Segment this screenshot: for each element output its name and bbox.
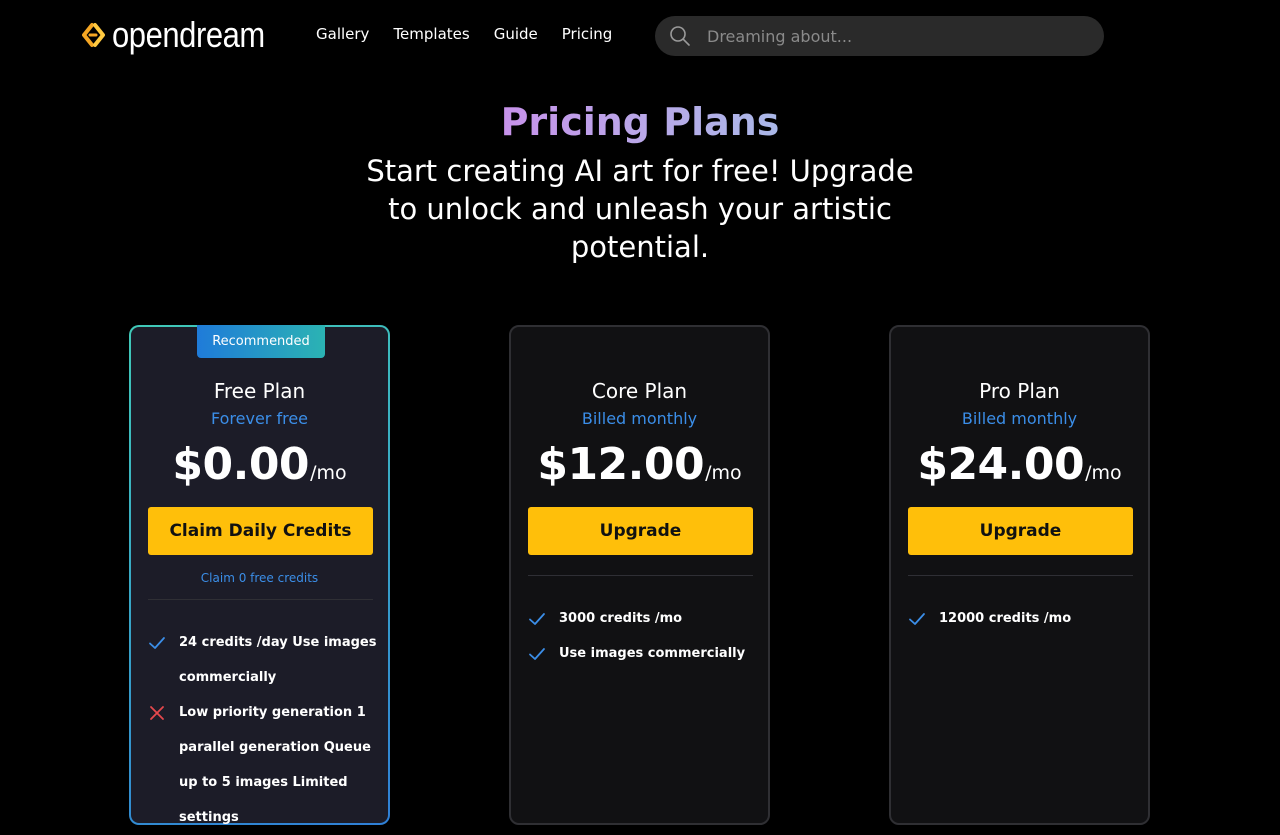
top-nav: opendream Gallery Templates Guide Pricin…	[0, 0, 1280, 72]
search-bar[interactable]	[655, 16, 1104, 56]
nav-link-pricing[interactable]: Pricing	[562, 24, 613, 44]
claim-free-credits-link[interactable]: Claim 0 free credits	[131, 570, 388, 586]
plan-billing: Forever free	[210, 409, 308, 428]
claim-daily-credits-button[interactable]: Claim Daily Credits	[148, 507, 373, 555]
divider	[908, 575, 1133, 576]
check-icon	[528, 636, 550, 671]
price-unit: /mo	[1085, 462, 1122, 484]
list-item: 3000 credits /mo	[528, 601, 758, 636]
feature-text: Low priority generation 1 parallel gener…	[179, 705, 371, 825]
plan-price: $24.00 /mo	[891, 435, 1148, 495]
price-amount: $0.00	[172, 439, 310, 490]
logo-text: opendream	[112, 14, 265, 55]
recommended-badge: Recommended	[197, 325, 325, 358]
plan-card-core: Core Plan Billed monthly $12.00 /mo Upgr…	[509, 325, 770, 825]
price-unit: /mo	[705, 462, 742, 484]
plan-card-free: Recommended Free Plan Forever free $0.00…	[129, 325, 390, 825]
page-subtitle: Start creating AI art for free! Upgrade …	[366, 154, 914, 264]
feature-text: 3000 credits /mo	[559, 611, 683, 626]
list-item: Use images commercially	[528, 636, 758, 671]
feature-text: Use images commercially	[559, 646, 746, 661]
upgrade-pro-button[interactable]: Upgrade	[908, 507, 1133, 555]
plan-billing: Billed monthly	[581, 409, 698, 428]
feature-text: 12000 credits /mo	[939, 611, 1072, 626]
feature-list: 3000 credits /mo Use images commercially	[528, 601, 758, 671]
check-icon	[148, 625, 170, 660]
divider	[528, 575, 753, 576]
page-title: Pricing Plans	[501, 96, 780, 148]
divider	[148, 599, 373, 600]
nav-link-gallery[interactable]: Gallery	[316, 24, 369, 44]
check-icon	[528, 601, 550, 636]
nav-link-guide[interactable]: Guide	[494, 24, 538, 44]
plan-card-pro: Pro Plan Billed monthly $24.00 /mo Upgra…	[889, 325, 1150, 825]
plan-price: $0.00 /mo	[131, 435, 388, 495]
plan-name: Core Plan	[591, 379, 688, 403]
price-unit: /mo	[310, 462, 347, 484]
search-icon	[670, 26, 690, 46]
feature-list: 12000 credits /mo	[908, 601, 1138, 636]
pricing-hero: Pricing Plans Start creating AI art for …	[0, 96, 1280, 266]
logo-link[interactable]: opendream	[82, 14, 290, 56]
opendream-logo-icon	[82, 23, 105, 47]
nav-links: Gallery Templates Guide Pricing	[316, 24, 612, 44]
list-item: Low priority generation 1 parallel gener…	[148, 695, 378, 835]
check-icon	[908, 601, 930, 636]
plan-name: Free Plan	[213, 379, 306, 403]
list-item: 12000 credits /mo	[908, 601, 1138, 636]
search-input[interactable]	[707, 26, 1077, 46]
cross-icon	[148, 695, 170, 730]
price-amount: $24.00	[917, 439, 1085, 490]
plan-name: Pro Plan	[979, 379, 1060, 403]
feature-text: 24 credits /day Use images commercially	[179, 635, 377, 685]
plan-billing: Billed monthly	[961, 409, 1078, 428]
price-amount: $12.00	[537, 439, 705, 490]
list-item: 24 credits /day Use images commercially	[148, 625, 378, 695]
feature-list: 24 credits /day Use images commercially …	[148, 625, 378, 835]
nav-link-templates[interactable]: Templates	[393, 24, 469, 44]
upgrade-core-button[interactable]: Upgrade	[528, 507, 753, 555]
plan-price: $12.00 /mo	[511, 435, 768, 495]
